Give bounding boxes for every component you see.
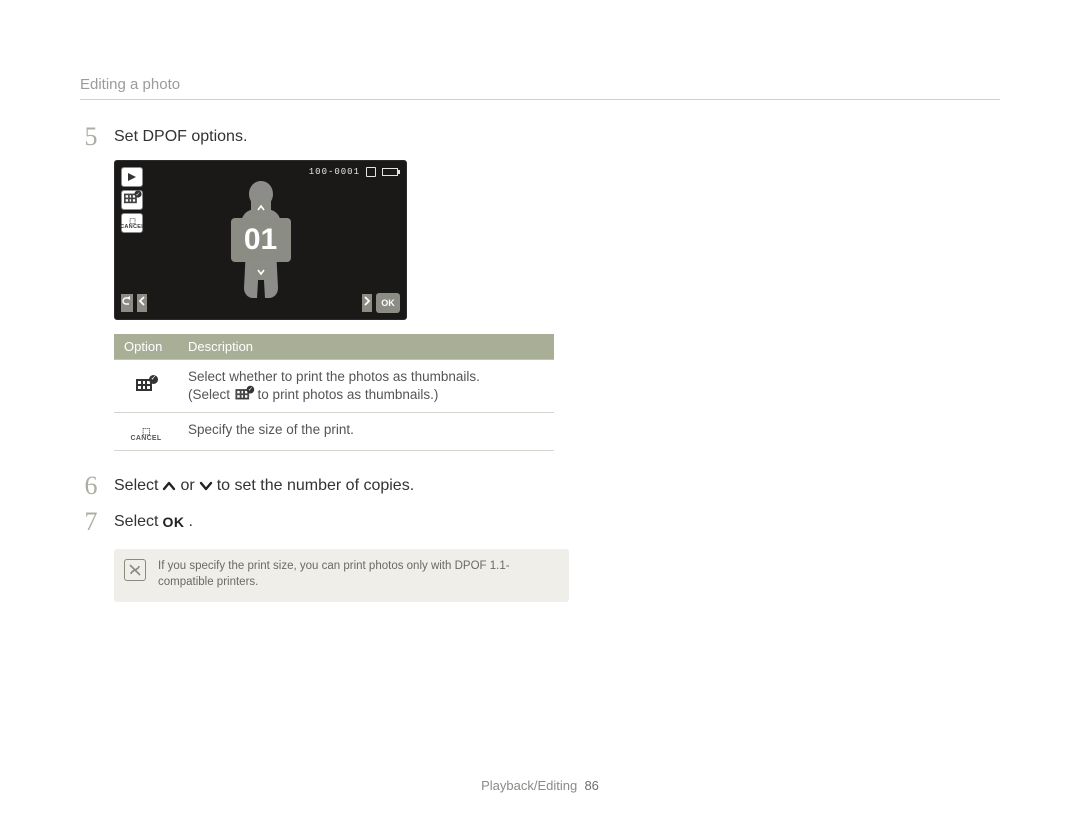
desc-line-1: Select whether to print the photos as th… — [188, 369, 480, 384]
cancel-size-icon: ⬚CANCEL — [121, 213, 143, 233]
chevron-up-icon — [162, 480, 176, 492]
note-box: If you specify the print size, you can p… — [114, 549, 569, 602]
table-row: ✓ Select whether to print the photos as … — [114, 360, 554, 413]
options-table: Option Description ✓ Select whether to p… — [114, 334, 554, 451]
camera-lcd: ✓ ⬚CANCEL 100-0001 01 — [114, 160, 407, 320]
left-chevron-icon — [137, 294, 147, 312]
footer-section: Playback/Editing — [481, 778, 577, 793]
table-header-row: Option Description — [114, 334, 554, 360]
table-row: ⬚CANCEL Specify the size of the print. — [114, 413, 554, 451]
manual-page: Editing a photo 5 Set DPOF options. ✓ ⬚C… — [0, 0, 1080, 815]
header-description: Description — [178, 334, 554, 360]
option-icon-cell: ✓ — [114, 360, 178, 413]
copies-value: 01 — [231, 218, 291, 262]
lcd-status-bar: 100-0001 — [309, 167, 398, 177]
step-number: 6 — [80, 473, 102, 499]
thumbnail-grid-icon: ✓ — [121, 190, 143, 210]
back-icon — [121, 294, 133, 312]
step-number: 5 — [80, 124, 102, 150]
right-chevron-icon — [362, 294, 372, 312]
copies-counter: 01 — [231, 200, 291, 280]
thumbnail-grid-icon: ✓ — [136, 379, 156, 395]
step-text: Select OK . — [114, 509, 193, 535]
step-number: 7 — [80, 509, 102, 535]
note-text: If you specify the print size, you can p… — [158, 560, 510, 588]
step-5: 5 Set DPOF options. — [80, 124, 1000, 150]
ok-glyph-icon: OK — [162, 509, 184, 535]
desc-line-2-after: to print photos as thumbnails.) — [258, 387, 439, 402]
ok-button-icon: OK — [376, 293, 400, 313]
option-description-cell: Specify the size of the print. — [178, 413, 554, 451]
desc-line-2-before: (Select — [188, 387, 234, 402]
step-text: Set DPOF options. — [114, 124, 247, 150]
lcd-bottom-row: OK — [121, 293, 400, 313]
play-icon — [121, 167, 143, 187]
breadcrumb: Editing a photo — [80, 76, 1000, 100]
step-7: 7 Select OK . — [80, 509, 1000, 535]
footer-page-number: 86 — [584, 778, 598, 793]
note-icon — [124, 559, 146, 581]
page-footer: Playback/Editing 86 — [0, 778, 1080, 793]
step-text-before: Select — [114, 473, 158, 499]
step-6: 6 Select or to set the number of copies. — [80, 473, 1000, 499]
thumbnail-grid-icon: ✓ — [235, 389, 252, 403]
step-text-before: Select — [114, 509, 158, 535]
step-text: Select or to set the number of copies. — [114, 473, 414, 499]
down-arrow-small-icon — [251, 264, 271, 280]
step-text-middle: or — [180, 473, 194, 499]
step-text-after: . — [188, 509, 192, 535]
lcd-illustration: ✓ ⬚CANCEL 100-0001 01 — [114, 160, 1000, 320]
cancel-size-icon: ⬚CANCEL — [131, 427, 162, 442]
header-option: Option — [114, 334, 178, 360]
option-icon-cell: ⬚CANCEL — [114, 413, 178, 451]
step-text-after: to set the number of copies. — [217, 473, 414, 499]
lcd-side-column: ✓ ⬚CANCEL — [121, 167, 143, 233]
battery-icon — [382, 168, 398, 176]
sd-card-icon — [366, 167, 376, 177]
chevron-down-icon — [199, 480, 213, 492]
file-number: 100-0001 — [309, 167, 360, 177]
up-arrow-small-icon — [251, 200, 271, 216]
option-description-cell: Select whether to print the photos as th… — [178, 360, 554, 413]
